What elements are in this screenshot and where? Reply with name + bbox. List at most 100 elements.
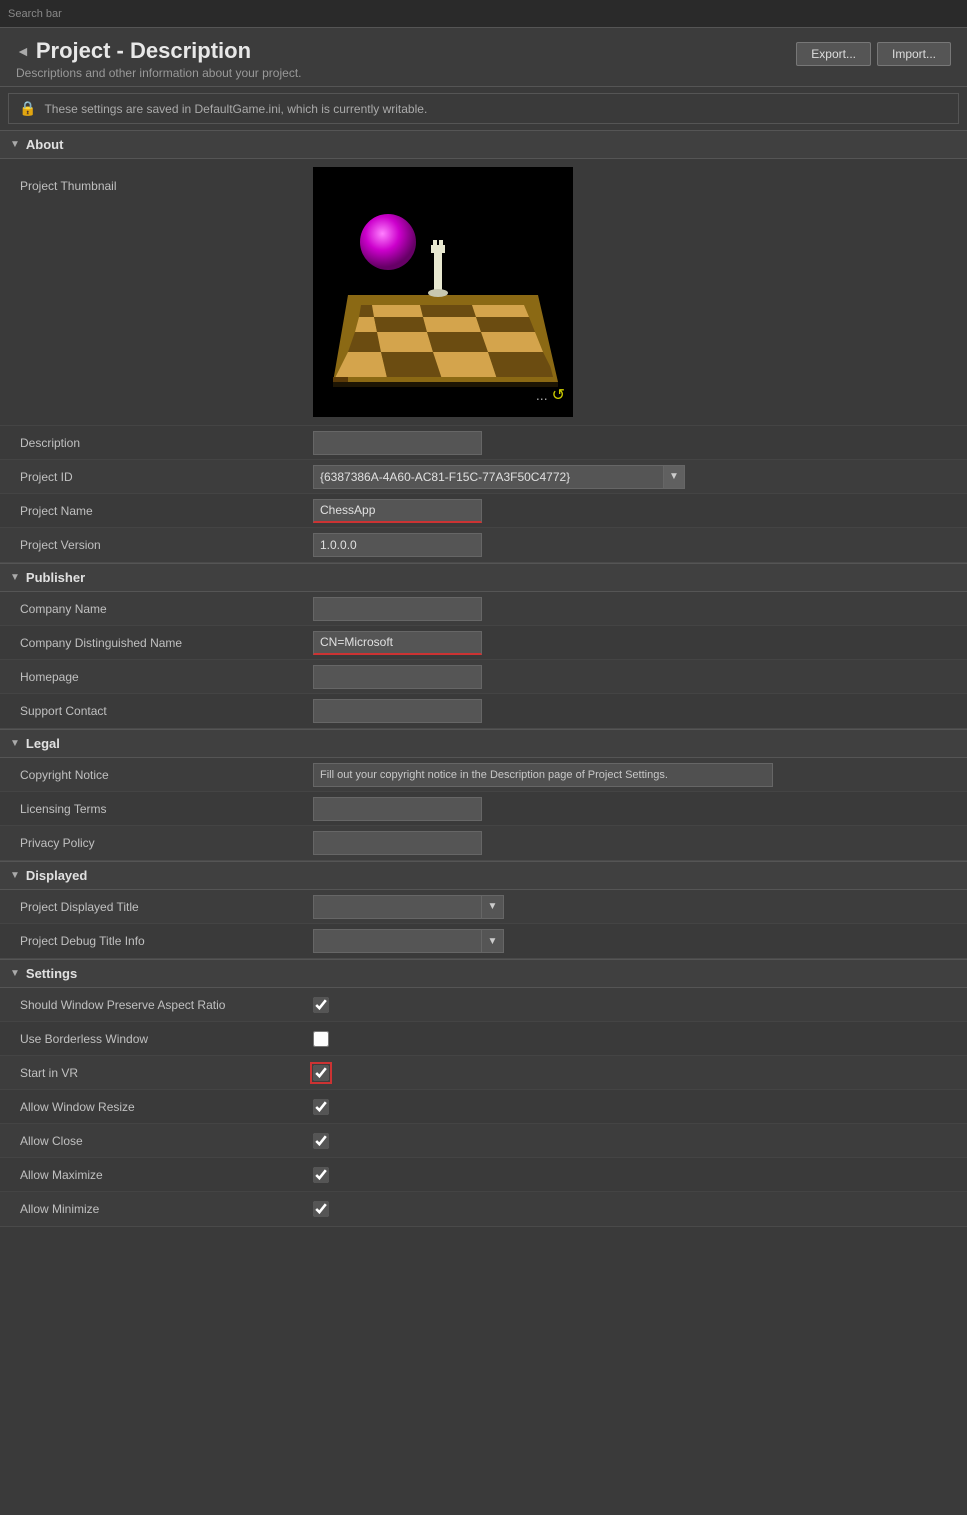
description-label: Description [0, 430, 305, 456]
settings-section-label: Settings [26, 966, 77, 981]
page-header: ◄ Project - Description Descriptions and… [0, 28, 967, 87]
privacy-label: Privacy Policy [0, 830, 305, 856]
allow-maximize-value [305, 1163, 967, 1187]
homepage-label: Homepage [0, 664, 305, 690]
support-label: Support Contact [0, 698, 305, 724]
about-section-label: About [26, 137, 64, 152]
top-bar: Search bar [0, 0, 967, 28]
allow-minimize-row: Allow Minimize [0, 1192, 967, 1226]
copyright-row: Copyright Notice [0, 758, 967, 792]
thumbnail-dots-button[interactable]: ... [536, 387, 548, 403]
allow-maximize-row: Allow Maximize [0, 1158, 967, 1192]
allow-minimize-value [305, 1197, 967, 1221]
title-arrow-icon: ◄ [16, 43, 30, 59]
borderless-label: Use Borderless Window [0, 1026, 305, 1052]
preserve-aspect-label: Should Window Preserve Aspect Ratio [0, 992, 305, 1018]
preserve-aspect-checkbox-container [313, 997, 329, 1013]
company-name-input[interactable] [313, 597, 482, 621]
project-id-value: ▼ [305, 461, 967, 493]
info-bar-text: These settings are saved in DefaultGame.… [44, 102, 427, 116]
chess-squares [333, 305, 558, 382]
displayed-title-input[interactable] [313, 895, 482, 919]
thumbnail-refresh-button[interactable]: ↺ [552, 385, 565, 405]
allow-minimize-checkbox-container [313, 1201, 329, 1217]
allow-resize-row: Allow Window Resize [0, 1090, 967, 1124]
chess-scene-svg [313, 167, 573, 417]
displayed-title-dropdown-button[interactable]: ▼ [482, 895, 504, 919]
project-id-container: ▼ [313, 465, 685, 489]
privacy-input[interactable] [313, 831, 482, 855]
borderless-checkbox[interactable] [313, 1031, 329, 1047]
company-dn-row: Company Distinguished Name [0, 626, 967, 660]
about-section-header[interactable]: ▼ About [0, 130, 967, 159]
company-name-label: Company Name [0, 596, 305, 622]
start-vr-label: Start in VR [0, 1060, 305, 1086]
publisher-section-header[interactable]: ▼ Publisher [0, 563, 967, 592]
borderless-row: Use Borderless Window [0, 1022, 967, 1056]
preserve-aspect-row: Should Window Preserve Aspect Ratio [0, 988, 967, 1022]
allow-minimize-checkbox[interactable] [313, 1201, 329, 1217]
description-input[interactable] [313, 431, 482, 455]
allow-minimize-label: Allow Minimize [0, 1196, 305, 1222]
about-arrow-icon: ▼ [10, 139, 20, 150]
legal-arrow-icon: ▼ [10, 738, 20, 749]
allow-close-row: Allow Close [0, 1124, 967, 1158]
allow-maximize-checkbox-container [313, 1167, 329, 1183]
project-id-row: Project ID ▼ [0, 460, 967, 494]
project-version-row: Project Version [0, 528, 967, 562]
allow-resize-checkbox[interactable] [313, 1099, 329, 1115]
displayed-section-header[interactable]: ▼ Displayed [0, 861, 967, 890]
project-id-input[interactable] [313, 465, 663, 489]
settings-section: ▼ Settings Should Window Preserve Aspect… [0, 959, 967, 1227]
publisher-section: ▼ Publisher Company Name Company Disting… [0, 563, 967, 729]
displayed-title-select-container: ▼ [313, 895, 504, 919]
page-container: Search bar ◄ Project - Description Descr… [0, 0, 967, 1227]
allow-resize-checkbox-container [313, 1099, 329, 1115]
support-input[interactable] [313, 699, 482, 723]
allow-resize-label: Allow Window Resize [0, 1094, 305, 1120]
start-vr-checkbox[interactable] [313, 1065, 329, 1081]
thumbnail-value: ... ↺ [305, 159, 967, 425]
licensing-label: Licensing Terms [0, 796, 305, 822]
legal-section-header[interactable]: ▼ Legal [0, 729, 967, 758]
project-id-dropdown-button[interactable]: ▼ [663, 465, 685, 489]
legal-section: ▼ Legal Copyright Notice Licensing Terms… [0, 729, 967, 861]
about-section: ▼ About Project Thumbnail [0, 130, 967, 563]
licensing-input[interactable] [313, 797, 482, 821]
displayed-title-row: Project Displayed Title ▼ [0, 890, 967, 924]
company-name-row: Company Name [0, 592, 967, 626]
debug-title-row: Project Debug Title Info ▼ [0, 924, 967, 958]
export-button[interactable]: Export... [796, 42, 871, 66]
settings-section-header[interactable]: ▼ Settings [0, 959, 967, 988]
company-dn-value [305, 627, 967, 659]
debug-title-input[interactable] [313, 929, 482, 953]
allow-maximize-checkbox[interactable] [313, 1167, 329, 1183]
project-name-value [305, 495, 967, 527]
header-buttons: Export... Import... [796, 42, 951, 66]
project-version-input[interactable] [313, 533, 482, 557]
thumbnail-image[interactable]: ... ↺ [313, 167, 573, 417]
page-title-container: ◄ Project - Description [16, 38, 302, 64]
copyright-input[interactable] [313, 763, 773, 787]
company-dn-input[interactable] [313, 631, 482, 655]
thumbnail-label: Project Thumbnail [0, 159, 305, 199]
preserve-aspect-value [305, 993, 967, 1017]
project-name-input[interactable] [313, 499, 482, 523]
settings-arrow-icon: ▼ [10, 968, 20, 979]
support-row: Support Contact [0, 694, 967, 728]
homepage-input[interactable] [313, 665, 482, 689]
page-subtitle: Descriptions and other information about… [16, 66, 302, 80]
preserve-aspect-checkbox[interactable] [313, 997, 329, 1013]
publisher-section-label: Publisher [26, 570, 85, 585]
debug-title-dropdown-button[interactable]: ▼ [482, 929, 504, 953]
start-vr-row: Start in VR [0, 1056, 967, 1090]
project-version-value [305, 529, 967, 561]
project-name-label: Project Name [0, 498, 305, 524]
project-version-label: Project Version [0, 532, 305, 558]
page-title: Project - Description [36, 38, 251, 64]
displayed-section: ▼ Displayed Project Displayed Title ▼ Pr… [0, 861, 967, 959]
company-dn-label: Company Distinguished Name [0, 630, 305, 656]
publisher-arrow-icon: ▼ [10, 572, 20, 583]
import-button[interactable]: Import... [877, 42, 951, 66]
allow-close-checkbox[interactable] [313, 1133, 329, 1149]
